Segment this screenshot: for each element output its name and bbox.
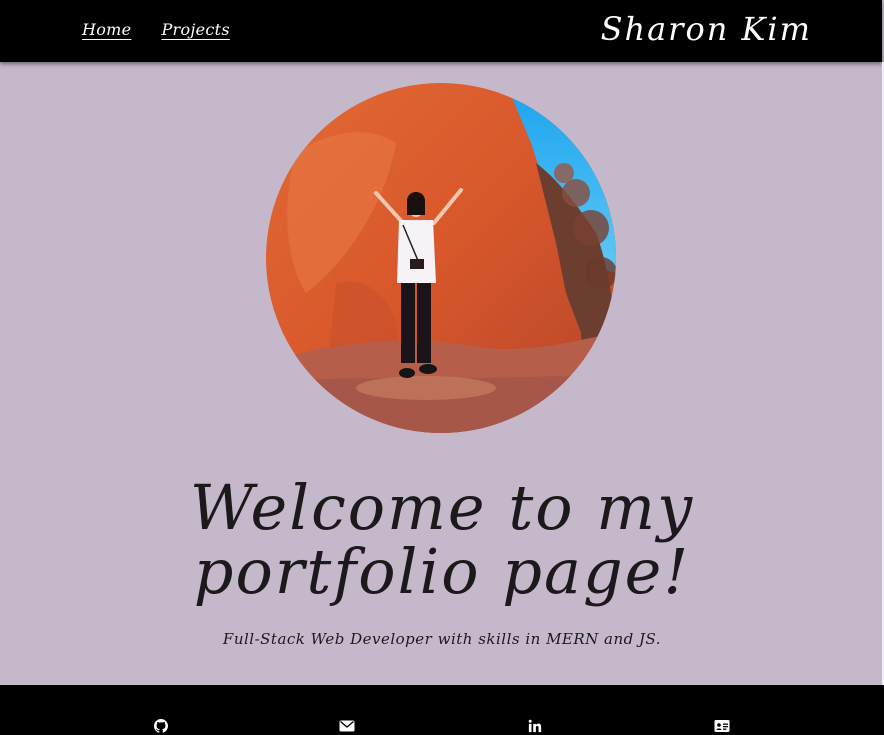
page: Home Projects Sharon Kim Welcome to my p… [0,0,884,735]
welcome-headline: Welcome to my portfolio page! [0,476,884,604]
subtitle: Full-Stack Web Developer with skills in … [222,630,662,648]
navbar: Home Projects Sharon Kim [0,0,882,62]
github-icon[interactable] [153,719,169,733]
footer [0,685,884,735]
profile-photo-image [266,83,616,433]
nav-links: Home Projects [82,20,230,39]
welcome-headline-line2: portfolio page! [193,535,691,608]
nav-link-projects[interactable]: Projects [161,20,229,39]
profile-photo [266,83,616,433]
welcome-headline-line1: Welcome to my [189,471,695,544]
envelope-icon[interactable] [339,719,355,733]
nav-link-home[interactable]: Home [82,20,131,39]
linkedin-icon[interactable] [527,719,543,733]
id-card-icon[interactable] [714,719,730,733]
brand-name: Sharon Kim [600,10,812,48]
